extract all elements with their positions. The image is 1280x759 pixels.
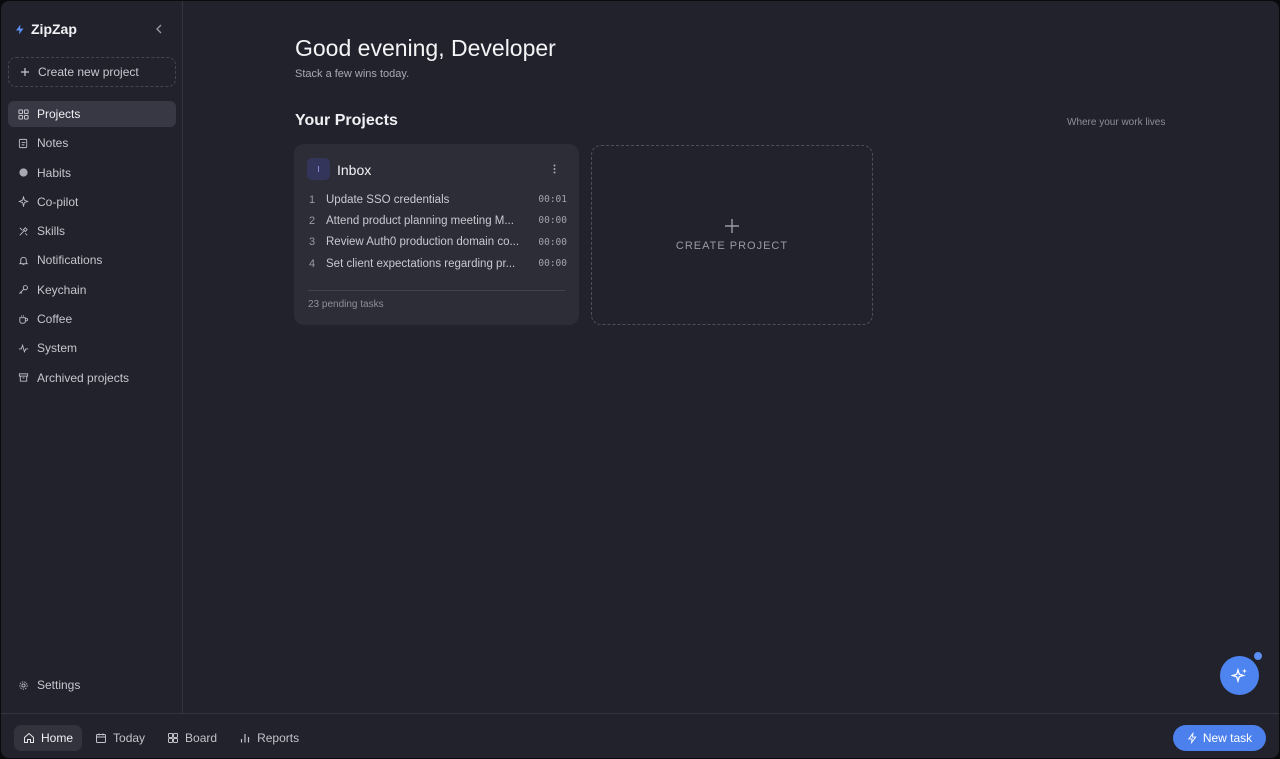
sidebar-nav: Projects Notes Habits Co-pilot Skills No… (8, 101, 176, 394)
more-vertical-icon (553, 164, 555, 174)
home-icon (24, 732, 34, 743)
task-list: 1 Update SSO credentials 00:01 2 Attend … (309, 189, 567, 274)
tools-icon (19, 226, 28, 236)
copilot-fab-button[interactable] (1220, 656, 1259, 695)
sidebar-item-settings[interactable]: Settings (8, 672, 176, 698)
collapse-sidebar-button[interactable] (152, 21, 166, 37)
sidebar-item-notifications[interactable]: Notifications (8, 247, 176, 273)
tab-label: Home (41, 731, 74, 745)
task-title: Update SSO credentials (326, 193, 450, 206)
notification-dot (1253, 651, 1263, 661)
tab-label: Reports (257, 731, 300, 745)
task-row[interactable]: 2 Attend product planning meeting M... 0… (309, 210, 567, 231)
task-number: 2 (309, 214, 316, 227)
sidebar-item-label: Notifications (37, 253, 103, 268)
coffee-icon (19, 314, 29, 324)
new-task-button[interactable]: New task (1173, 725, 1266, 751)
bottom-bar: Home Today Board Reports New task (1, 713, 1279, 758)
sidebar-item-label: Notes (37, 136, 69, 151)
bottom-tabs: Home Today Board Reports (14, 725, 308, 751)
tab-home[interactable]: Home (14, 725, 83, 751)
card-divider (308, 290, 565, 291)
task-row[interactable]: 3 Review Auth0 production domain co... 0… (309, 232, 567, 253)
chevron-left-icon (156, 24, 162, 34)
gear-icon (19, 680, 28, 690)
sidebar-item-system[interactable]: System (8, 335, 176, 361)
sidebar-item-label: Skills (37, 224, 66, 239)
create-project-card[interactable]: CREATE PROJECT (591, 145, 873, 325)
sidebar: ZipZap Create new project Projects Notes… (1, 1, 183, 713)
pending-tasks-count: 23 pending tasks (308, 299, 384, 310)
task-time: 00:00 (538, 215, 567, 227)
tab-board[interactable]: Board (158, 725, 226, 751)
create-new-project-label: Create new project (38, 65, 139, 79)
board-icon (168, 733, 179, 743)
projects-section-hint: Where your work lives (1067, 117, 1166, 128)
sidebar-settings: Settings (8, 672, 176, 701)
sidebar-item-label: Habits (37, 165, 72, 180)
create-new-project-button[interactable]: Create new project (8, 57, 176, 87)
task-title: Review Auth0 production domain co... (326, 236, 520, 249)
task-number: 1 (309, 193, 316, 206)
sidebar-item-label: Keychain (37, 282, 87, 297)
create-project-label: CREATE PROJECT (675, 240, 789, 252)
sidebar-item-co-pilot[interactable]: Co-pilot (8, 189, 176, 215)
sidebar-item-keychain[interactable]: Keychain (8, 277, 176, 303)
grid-icon (18, 108, 29, 120)
task-time: 00:00 (538, 236, 567, 248)
app-name: ZipZap (31, 21, 77, 37)
task-title: Attend product planning meeting M... (326, 214, 514, 227)
sidebar-item-label: System (37, 341, 78, 356)
projects-section-title: Your Projects (295, 112, 398, 129)
sidebar-item-habits[interactable]: Habits (8, 160, 176, 186)
activity-icon (18, 343, 29, 353)
sidebar-item-label: Settings (37, 678, 81, 692)
sparkles-icon (1230, 667, 1247, 683)
sidebar-item-notes[interactable]: Notes (8, 130, 176, 156)
tab-label: Board (185, 731, 218, 745)
task-number: 4 (309, 257, 316, 270)
archive-icon (18, 373, 29, 382)
calendar-icon (96, 733, 107, 743)
sidebar-item-label: Projects (37, 107, 81, 121)
sidebar-item-skills[interactable]: Skills (8, 218, 176, 244)
note-icon (18, 138, 28, 148)
greeting-heading: Good evening, Developer (295, 35, 556, 61)
brand: ZipZap (14, 21, 77, 37)
sparkle-icon (18, 196, 29, 208)
project-title: Inbox (337, 162, 372, 178)
project-badge: I (307, 158, 330, 180)
task-time: 00:00 (538, 258, 567, 270)
bell-icon (18, 256, 29, 266)
sidebar-item-label: Archived projects (37, 370, 130, 385)
bar-chart-icon (240, 734, 250, 743)
new-task-label: New task (1202, 731, 1253, 745)
task-row[interactable]: 4 Set client expectations regarding pr..… (309, 253, 567, 274)
tab-reports[interactable]: Reports (230, 725, 308, 751)
bolt-icon (1187, 732, 1197, 744)
sidebar-item-archived-projects[interactable]: Archived projects (8, 365, 176, 391)
tab-label: Today (113, 731, 146, 745)
sidebar-item-projects[interactable]: Projects (8, 101, 176, 127)
task-row[interactable]: 1 Update SSO credentials 00:01 (309, 189, 567, 210)
circle-icon (19, 168, 28, 177)
task-title: Set client expectations regarding pr... (326, 257, 516, 270)
greeting-subtitle: Stack a few wins today. (295, 68, 410, 80)
task-number: 3 (309, 236, 316, 249)
project-card-inbox[interactable]: I Inbox 1 Update SSO credentials 00:01 2… (294, 144, 579, 325)
main-content: Good evening, Developer Stack a few wins… (184, 1, 1279, 713)
project-menu-button[interactable] (549, 162, 559, 176)
app-window: ZipZap Create new project Projects Notes… (1, 1, 1279, 758)
tab-today[interactable]: Today (86, 725, 154, 751)
sidebar-item-coffee[interactable]: Coffee (8, 306, 176, 332)
sidebar-item-label: Co-pilot (37, 194, 79, 209)
plus-icon (725, 219, 739, 233)
task-time: 00:01 (538, 194, 567, 206)
sidebar-item-label: Coffee (37, 312, 73, 327)
key-icon (19, 285, 28, 295)
bolt-icon (16, 24, 24, 34)
plus-icon (21, 68, 29, 76)
